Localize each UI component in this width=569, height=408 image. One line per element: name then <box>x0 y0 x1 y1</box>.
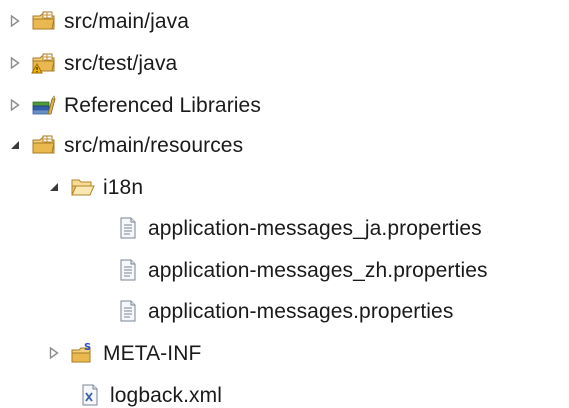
package-folder-icon <box>30 131 58 159</box>
tree-item-label: src/test/java <box>64 51 178 75</box>
collapse-toggle[interactable] <box>47 180 61 194</box>
tree-item-label: src/main/java <box>64 9 190 33</box>
package-folder-icon <box>30 7 58 35</box>
expand-toggle[interactable] <box>8 56 22 70</box>
tree-item-label: src/main/resources <box>64 133 244 157</box>
tree-item-label: application-messages.properties <box>148 299 454 323</box>
collapse-toggle[interactable] <box>8 138 22 152</box>
test-package-folder-icon <box>30 49 58 77</box>
tree-item-label: META-INF <box>103 341 202 365</box>
folder-open-icon <box>69 173 97 201</box>
tree-item-label: application-messages_ja.properties <box>148 216 482 240</box>
tree-item-i18n[interactable]: i18n <box>47 166 143 208</box>
properties-file-icon <box>114 214 142 242</box>
tree-item-label: application-messages_zh.properties <box>148 258 488 282</box>
svg-text:S: S <box>84 342 91 353</box>
properties-file-icon <box>114 256 142 284</box>
tree-item-file[interactable]: application-messages.properties <box>114 290 453 332</box>
tree-item-src-test-java[interactable]: src/test/java <box>8 42 177 84</box>
project-explorer-tree: src/main/java src/test/java Referenced L… <box>0 0 569 408</box>
tree-item-meta-inf[interactable]: S META-INF <box>47 332 201 374</box>
tree-item-referenced-libraries[interactable]: Referenced Libraries <box>8 84 261 126</box>
properties-file-icon <box>114 297 142 325</box>
tree-item-logback-xml[interactable]: logback.xml <box>76 374 222 408</box>
tree-item-file[interactable]: application-messages_zh.properties <box>114 249 488 291</box>
expand-toggle[interactable] <box>8 98 22 112</box>
tree-item-label: logback.xml <box>110 383 222 407</box>
expand-toggle[interactable] <box>47 346 61 360</box>
tree-item-label: i18n <box>103 175 144 199</box>
library-icon <box>30 91 58 119</box>
tree-item-label: Referenced Libraries <box>64 93 261 117</box>
meta-inf-folder-icon: S <box>69 339 97 367</box>
tree-item-file[interactable]: application-messages_ja.properties <box>114 207 482 249</box>
xml-file-icon <box>76 381 104 408</box>
tree-item-src-main-java[interactable]: src/main/java <box>8 0 189 42</box>
expand-toggle[interactable] <box>8 14 22 28</box>
tree-item-src-main-resources[interactable]: src/main/resources <box>8 124 243 166</box>
